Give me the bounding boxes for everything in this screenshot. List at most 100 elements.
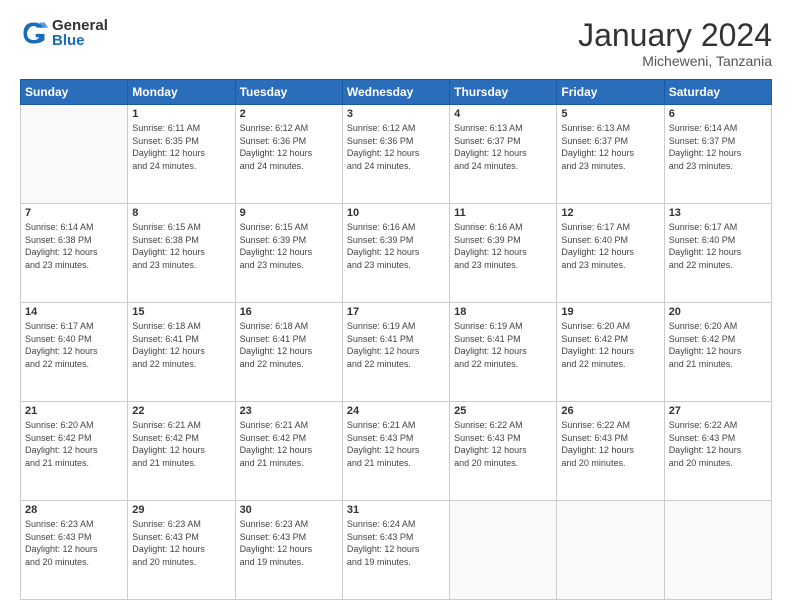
weekday-monday: Monday [128, 80, 235, 105]
day-cell: 25 Sunrise: 6:22 AM Sunset: 6:43 PM Dayli… [450, 402, 557, 501]
day-number: 11 [454, 207, 552, 219]
day-info: Sunrise: 6:20 AM Sunset: 6:42 PM Dayligh… [669, 320, 767, 370]
day-cell: 7Sunrise: 6:14 AM Sunset: 6:38 PM Daylig… [21, 204, 128, 303]
day-cell: 21Sunrise: 6:20 AM Sunset: 6:42 PM Dayli… [21, 402, 128, 501]
calendar: SundayMondayTuesdayWednesdayThursdayFrid… [20, 79, 772, 600]
week-row-3: 14Sunrise: 6:17 AM Sunset: 6:40 PM Dayli… [21, 303, 772, 402]
day-info: Sunrise: 6:12 AM Sunset: 6:36 PM Dayligh… [347, 122, 445, 172]
day-number: 16 [240, 306, 338, 318]
day-number: 15 [132, 306, 230, 318]
day-cell: 15 Sunrise: 6:18 AM Sunset: 6:41 PM Dayli… [128, 303, 235, 402]
day-info: Sunrise: 6:18 AM Sunset: 6:41 PM Dayligh… [132, 320, 230, 370]
day-info: Sunrise: 6:19 AM Sunset: 6:41 PM Dayligh… [454, 320, 552, 370]
day-cell: 10 Sunrise: 6:16 AM Sunset: 6:39 PM Dayli… [342, 204, 449, 303]
week-row-1: 1 Sunrise: 6:11 AM Sunset: 6:35 PM Daylig… [21, 105, 772, 204]
day-cell: 14Sunrise: 6:17 AM Sunset: 6:40 PM Dayli… [21, 303, 128, 402]
day-info: Sunrise: 6:16 AM Sunset: 6:39 PM Dayligh… [454, 221, 552, 271]
day-cell: 1 Sunrise: 6:11 AM Sunset: 6:35 PM Daylig… [128, 105, 235, 204]
day-info: Sunrise: 6:14 AM Sunset: 6:37 PM Dayligh… [669, 122, 767, 172]
logo-blue: Blue [52, 33, 108, 48]
weekday-header-row: SundayMondayTuesdayWednesdayThursdayFrid… [21, 80, 772, 105]
day-cell [450, 501, 557, 600]
day-cell: 9 Sunrise: 6:15 AM Sunset: 6:39 PM Daylig… [235, 204, 342, 303]
day-cell: 16 Sunrise: 6:18 AM Sunset: 6:41 PM Dayli… [235, 303, 342, 402]
day-number: 9 [240, 207, 338, 219]
day-cell: 8Sunrise: 6:15 AM Sunset: 6:38 PM Daylig… [128, 204, 235, 303]
day-number: 23 [240, 405, 338, 417]
week-row-2: 7Sunrise: 6:14 AM Sunset: 6:38 PM Daylig… [21, 204, 772, 303]
logo-text: General Blue [52, 18, 108, 48]
day-info: Sunrise: 6:11 AM Sunset: 6:35 PM Dayligh… [132, 122, 230, 172]
day-cell: 23 Sunrise: 6:21 AM Sunset: 6:42 PM Dayli… [235, 402, 342, 501]
day-info: Sunrise: 6:17 AM Sunset: 6:40 PM Dayligh… [561, 221, 659, 271]
day-cell: 29 Sunrise: 6:23 AM Sunset: 6:43 PM Dayli… [128, 501, 235, 600]
day-number: 21 [25, 405, 123, 417]
day-cell [21, 105, 128, 204]
day-number: 29 [132, 504, 230, 516]
week-row-5: 28 Sunrise: 6:23 AM Sunset: 6:43 PM Dayli… [21, 501, 772, 600]
title-block: January 2024 Micheweni, Tanzania [578, 18, 772, 69]
day-number: 28 [25, 504, 123, 516]
day-number: 5 [561, 108, 659, 120]
day-info: Sunrise: 6:12 AM Sunset: 6:36 PM Dayligh… [240, 122, 338, 172]
day-info: Sunrise: 6:15 AM Sunset: 6:39 PM Dayligh… [240, 221, 338, 271]
day-number: 13 [669, 207, 767, 219]
day-number: 19 [561, 306, 659, 318]
header: General Blue January 2024 Micheweni, Tan… [20, 18, 772, 69]
day-number: 1 [132, 108, 230, 120]
day-number: 25 [454, 405, 552, 417]
weekday-saturday: Saturday [664, 80, 771, 105]
day-info: Sunrise: 6:18 AM Sunset: 6:41 PM Dayligh… [240, 320, 338, 370]
logo-general: General [52, 18, 108, 33]
day-cell: 19Sunrise: 6:20 AM Sunset: 6:42 PM Dayli… [557, 303, 664, 402]
day-number: 10 [347, 207, 445, 219]
day-info: Sunrise: 6:17 AM Sunset: 6:40 PM Dayligh… [25, 320, 123, 370]
day-cell: 24 Sunrise: 6:21 AM Sunset: 6:43 PM Dayli… [342, 402, 449, 501]
day-cell: 26Sunrise: 6:22 AM Sunset: 6:43 PM Dayli… [557, 402, 664, 501]
day-info: Sunrise: 6:21 AM Sunset: 6:43 PM Dayligh… [347, 419, 445, 469]
day-cell: 31Sunrise: 6:24 AM Sunset: 6:43 PM Dayli… [342, 501, 449, 600]
day-info: Sunrise: 6:13 AM Sunset: 6:37 PM Dayligh… [454, 122, 552, 172]
day-number: 18 [454, 306, 552, 318]
day-cell: 5 Sunrise: 6:13 AM Sunset: 6:37 PM Daylig… [557, 105, 664, 204]
day-number: 3 [347, 108, 445, 120]
day-cell [664, 501, 771, 600]
day-info: Sunrise: 6:23 AM Sunset: 6:43 PM Dayligh… [25, 518, 123, 568]
day-info: Sunrise: 6:13 AM Sunset: 6:37 PM Dayligh… [561, 122, 659, 172]
day-info: Sunrise: 6:21 AM Sunset: 6:42 PM Dayligh… [132, 419, 230, 469]
weekday-tuesday: Tuesday [235, 80, 342, 105]
day-number: 6 [669, 108, 767, 120]
day-cell: 17Sunrise: 6:19 AM Sunset: 6:41 PM Dayli… [342, 303, 449, 402]
day-cell: 13 Sunrise: 6:17 AM Sunset: 6:40 PM Dayli… [664, 204, 771, 303]
day-number: 24 [347, 405, 445, 417]
location: Micheweni, Tanzania [578, 53, 772, 69]
day-info: Sunrise: 6:21 AM Sunset: 6:42 PM Dayligh… [240, 419, 338, 469]
day-number: 7 [25, 207, 123, 219]
day-cell: 6 Sunrise: 6:14 AM Sunset: 6:37 PM Daylig… [664, 105, 771, 204]
day-number: 8 [132, 207, 230, 219]
day-cell: 28 Sunrise: 6:23 AM Sunset: 6:43 PM Dayli… [21, 501, 128, 600]
day-number: 27 [669, 405, 767, 417]
day-cell: 4 Sunrise: 6:13 AM Sunset: 6:37 PM Daylig… [450, 105, 557, 204]
weekday-thursday: Thursday [450, 80, 557, 105]
day-info: Sunrise: 6:17 AM Sunset: 6:40 PM Dayligh… [669, 221, 767, 271]
day-cell: 2 Sunrise: 6:12 AM Sunset: 6:36 PM Daylig… [235, 105, 342, 204]
day-number: 31 [347, 504, 445, 516]
day-number: 22 [132, 405, 230, 417]
day-info: Sunrise: 6:23 AM Sunset: 6:43 PM Dayligh… [132, 518, 230, 568]
day-number: 17 [347, 306, 445, 318]
day-number: 20 [669, 306, 767, 318]
day-info: Sunrise: 6:23 AM Sunset: 6:43 PM Dayligh… [240, 518, 338, 568]
weekday-sunday: Sunday [21, 80, 128, 105]
day-cell: 22 Sunrise: 6:21 AM Sunset: 6:42 PM Dayli… [128, 402, 235, 501]
logo-icon [20, 19, 48, 47]
day-cell: 20 Sunrise: 6:20 AM Sunset: 6:42 PM Dayli… [664, 303, 771, 402]
day-info: Sunrise: 6:16 AM Sunset: 6:39 PM Dayligh… [347, 221, 445, 271]
day-cell: 12 Sunrise: 6:17 AM Sunset: 6:40 PM Dayli… [557, 204, 664, 303]
day-info: Sunrise: 6:22 AM Sunset: 6:43 PM Dayligh… [454, 419, 552, 469]
day-cell: 11 Sunrise: 6:16 AM Sunset: 6:39 PM Dayli… [450, 204, 557, 303]
day-cell: 3 Sunrise: 6:12 AM Sunset: 6:36 PM Daylig… [342, 105, 449, 204]
day-number: 2 [240, 108, 338, 120]
day-number: 4 [454, 108, 552, 120]
day-number: 12 [561, 207, 659, 219]
